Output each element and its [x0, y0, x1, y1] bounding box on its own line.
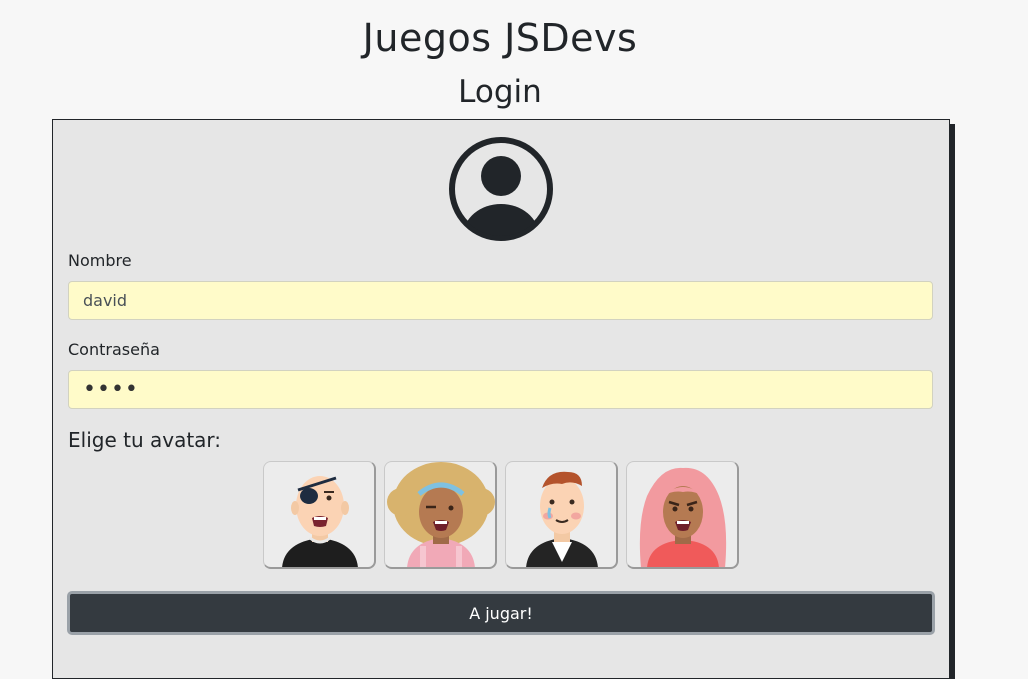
avatar-option-4[interactable]: [626, 461, 739, 569]
avatar-red-hair-man-icon: [526, 471, 598, 567]
avatar-curly-hair-woman-icon: [387, 462, 495, 567]
name-label: Nombre: [68, 251, 132, 270]
avatar-heading: Elige tu avatar:: [68, 428, 222, 452]
name-input-value: david: [83, 291, 128, 310]
avatar-picker: [263, 461, 739, 569]
user-circle-icon: [449, 137, 553, 241]
password-input-value: ••••: [83, 377, 139, 402]
page-subtitle: Login: [458, 74, 542, 110]
page-title: Juegos JSDevs: [362, 16, 638, 60]
avatar-pink-hair-woman-icon: [639, 467, 727, 567]
login-card: Nombre david Contraseña •••• Elige tu av…: [52, 119, 950, 679]
avatar-option-1[interactable]: [263, 461, 376, 569]
password-input[interactable]: ••••: [68, 370, 933, 409]
avatar-eyepatch-man-icon: [282, 476, 358, 567]
name-input[interactable]: david: [68, 281, 933, 320]
avatar-option-3[interactable]: [505, 461, 618, 569]
play-button[interactable]: A jugar!: [67, 591, 935, 635]
avatar-option-2[interactable]: [384, 461, 497, 569]
password-label: Contraseña: [68, 340, 160, 359]
